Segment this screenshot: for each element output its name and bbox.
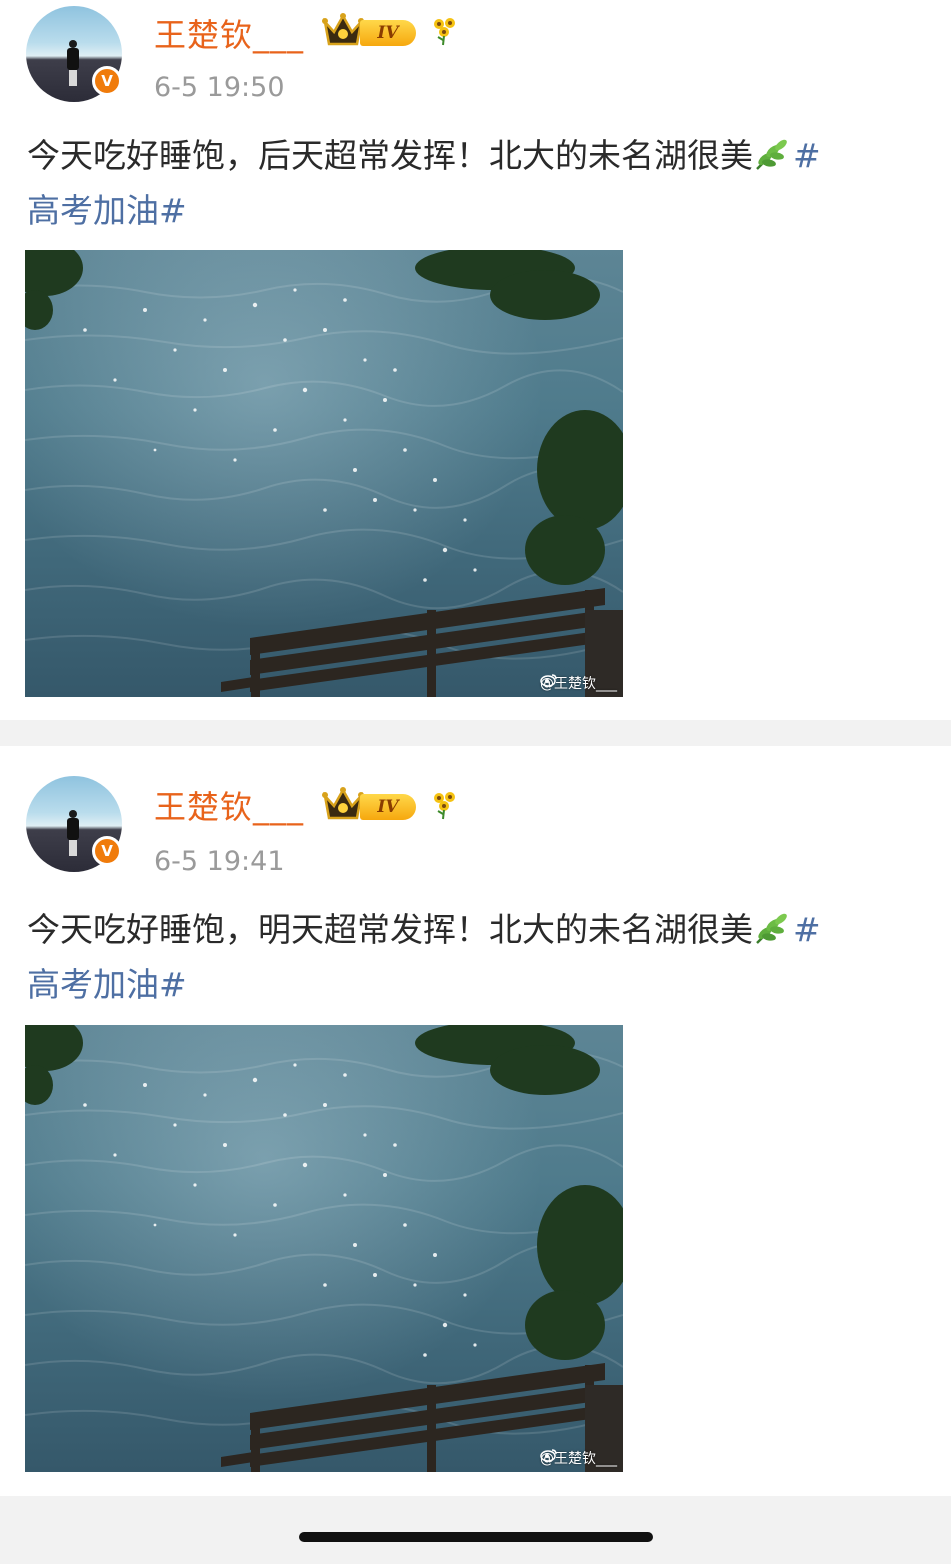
hashtag-start[interactable]: #: [793, 910, 821, 949]
post-body: 今天吃好睡饱，明天超常发挥！北大的未名湖很美: [27, 910, 753, 949]
home-indicator[interactable]: [299, 1532, 653, 1542]
lake-bench-illustration: [25, 1025, 623, 1472]
level-badge: IV: [360, 794, 416, 820]
username[interactable]: 王楚钦___: [154, 10, 304, 56]
post-text: 今天吃好睡饱，明天超常发挥！北大的未名湖很美 # 高考加油#: [27, 902, 927, 1012]
post-photo[interactable]: @王楚钦___: [25, 1025, 623, 1472]
post-time: 6-5 19:50: [154, 72, 285, 103]
weibo-post: V 王楚钦___ IV 6-5 19:50 今天吃好睡饱，后天超常发挥！北大的未…: [0, 0, 951, 720]
avatar-figure: [67, 40, 79, 88]
hashtag-link[interactable]: 高考加油#: [27, 191, 187, 230]
post-body: 今天吃好睡饱，后天超常发挥！北大的未名湖很美: [27, 136, 753, 175]
weibo-post: V 王楚钦___ IV 6-5 19:41 今天吃好睡饱，明天超常发挥！北大的未…: [0, 746, 951, 1496]
crown-icon: [322, 13, 364, 46]
sunflower-icon: [434, 18, 455, 46]
post-time: 6-5 19:41: [154, 846, 285, 877]
watermark: @王楚钦___: [540, 673, 617, 693]
post-photo[interactable]: @王楚钦___: [25, 250, 623, 697]
leaf-emoji-icon: [756, 913, 787, 944]
bottom-area: [0, 1496, 951, 1564]
weibo-logo-icon: [540, 1449, 557, 1462]
sunflower-icon: [434, 792, 455, 820]
verified-badge: V: [92, 66, 122, 96]
post-separator: [0, 720, 951, 746]
weibo-logo-icon: [540, 674, 557, 687]
hashtag-start[interactable]: #: [793, 136, 821, 175]
hashtag-link[interactable]: 高考加油#: [27, 965, 187, 1004]
lake-bench-illustration: [25, 250, 623, 697]
avatar-figure: [67, 810, 79, 858]
leaf-emoji-icon: [756, 139, 787, 170]
watermark: @王楚钦___: [540, 1448, 617, 1468]
username[interactable]: 王楚钦___: [154, 782, 304, 828]
post-text: 今天吃好睡饱，后天超常发挥！北大的未名湖很美 # 高考加油#: [27, 128, 927, 238]
level-badge: IV: [360, 20, 416, 46]
verified-badge: V: [92, 836, 122, 866]
crown-icon: [322, 787, 364, 820]
